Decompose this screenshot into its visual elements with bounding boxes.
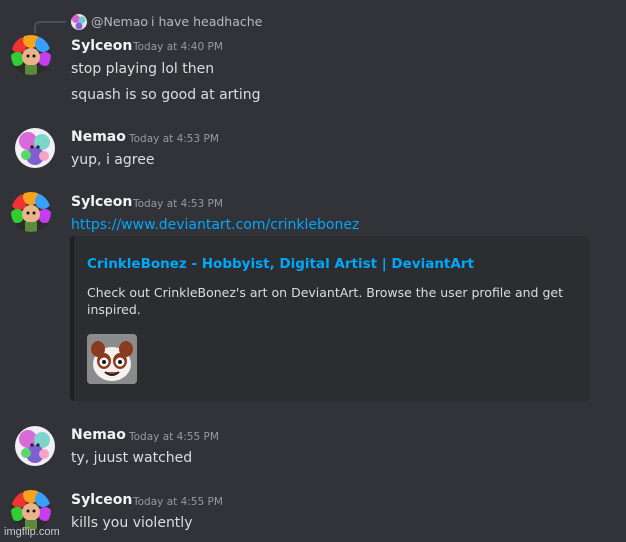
reply-connector: [34, 21, 66, 33]
message-text: kills you violently: [71, 515, 193, 531]
embed-description: Check out CrinkleBonez's art on DeviantA…: [87, 285, 563, 317]
sylceon-avatar[interactable]: [11, 192, 51, 232]
message-timestamp: Today at 4:55 PM: [129, 431, 219, 443]
message-timestamp: Today at 4:40 PM: [133, 41, 223, 53]
nemao-avatar[interactable]: [15, 426, 55, 466]
link-embed: CrinkleBonez - Hobbyist, Digital Artist …: [70, 236, 590, 401]
sylceon-avatar[interactable]: [11, 35, 51, 75]
message-author[interactable]: Nemao: [71, 427, 126, 443]
embed-thumbnail[interactable]: [87, 334, 137, 384]
message-author[interactable]: Nemao: [71, 129, 126, 145]
message-text: stop playing lol then: [71, 61, 215, 77]
message-author[interactable]: Sylceon: [71, 194, 132, 210]
message-timestamp: Today at 4:55 PM: [133, 496, 223, 508]
message-author[interactable]: Sylceon: [71, 492, 132, 508]
watermark: imgflip.com: [4, 526, 60, 538]
deviantart-link[interactable]: https://www.deviantart.com/crinklebonez: [71, 216, 359, 234]
message-timestamp: Today at 4:53 PM: [133, 198, 223, 210]
message-author[interactable]: Sylceon: [71, 38, 132, 54]
reply-author[interactable]: @Nemao: [91, 14, 148, 29]
sylceon-avatar[interactable]: [11, 490, 51, 530]
embed-title[interactable]: CrinkleBonez - Hobbyist, Digital Artist …: [87, 256, 474, 272]
reply-preview-text[interactable]: i have headhache: [151, 14, 262, 29]
reply-avatar[interactable]: [71, 14, 87, 30]
message-text: yup, i agree: [71, 152, 155, 168]
nemao-avatar[interactable]: [15, 128, 55, 168]
message-text: ty, juust watched: [71, 450, 193, 466]
message-text: squash is so good at arting: [71, 87, 261, 103]
message-timestamp: Today at 4:53 PM: [129, 133, 219, 145]
